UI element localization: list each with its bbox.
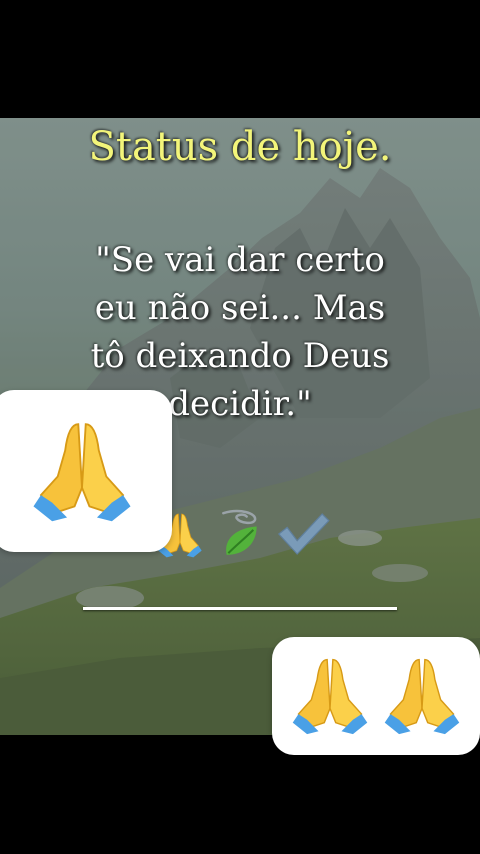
check-mark-icon bbox=[275, 509, 331, 563]
divider-line bbox=[83, 607, 397, 610]
quote-line-1: "Se vai dar certo bbox=[95, 240, 385, 280]
praying-hands-sticker-right bbox=[272, 637, 480, 755]
status-title: Status de hoje. bbox=[88, 124, 392, 170]
praying-hands-icon bbox=[379, 651, 465, 741]
praying-hands-sticker-left bbox=[0, 390, 172, 552]
praying-hands-icon bbox=[26, 413, 138, 529]
praying-hands-icon bbox=[287, 651, 373, 741]
quote-line-3: tô deixando Deus bbox=[90, 336, 390, 376]
leaf-fluttering-in-wind-icon bbox=[215, 506, 265, 566]
emoji-row bbox=[155, 508, 335, 564]
quote-line-2: eu não sei... Mas bbox=[94, 288, 386, 328]
